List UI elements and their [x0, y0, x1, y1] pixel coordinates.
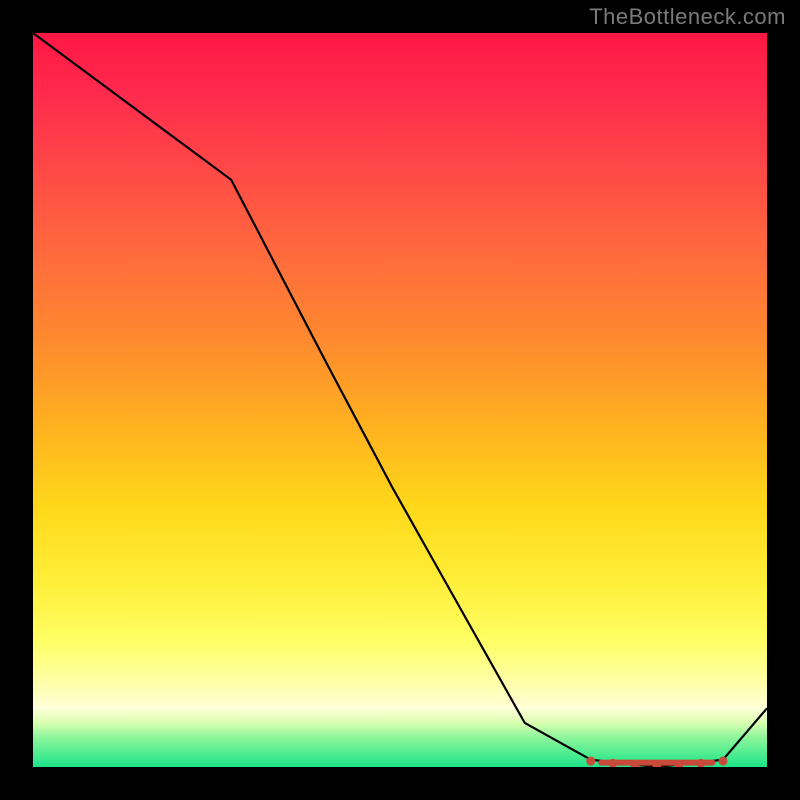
plot-area: [33, 33, 767, 767]
line-chart-svg: [33, 33, 767, 767]
valley-markers: [586, 757, 727, 767]
curve-line: [33, 33, 767, 767]
chart-container: TheBottleneck.com: [0, 0, 800, 800]
attribution-text: TheBottleneck.com: [589, 4, 786, 30]
